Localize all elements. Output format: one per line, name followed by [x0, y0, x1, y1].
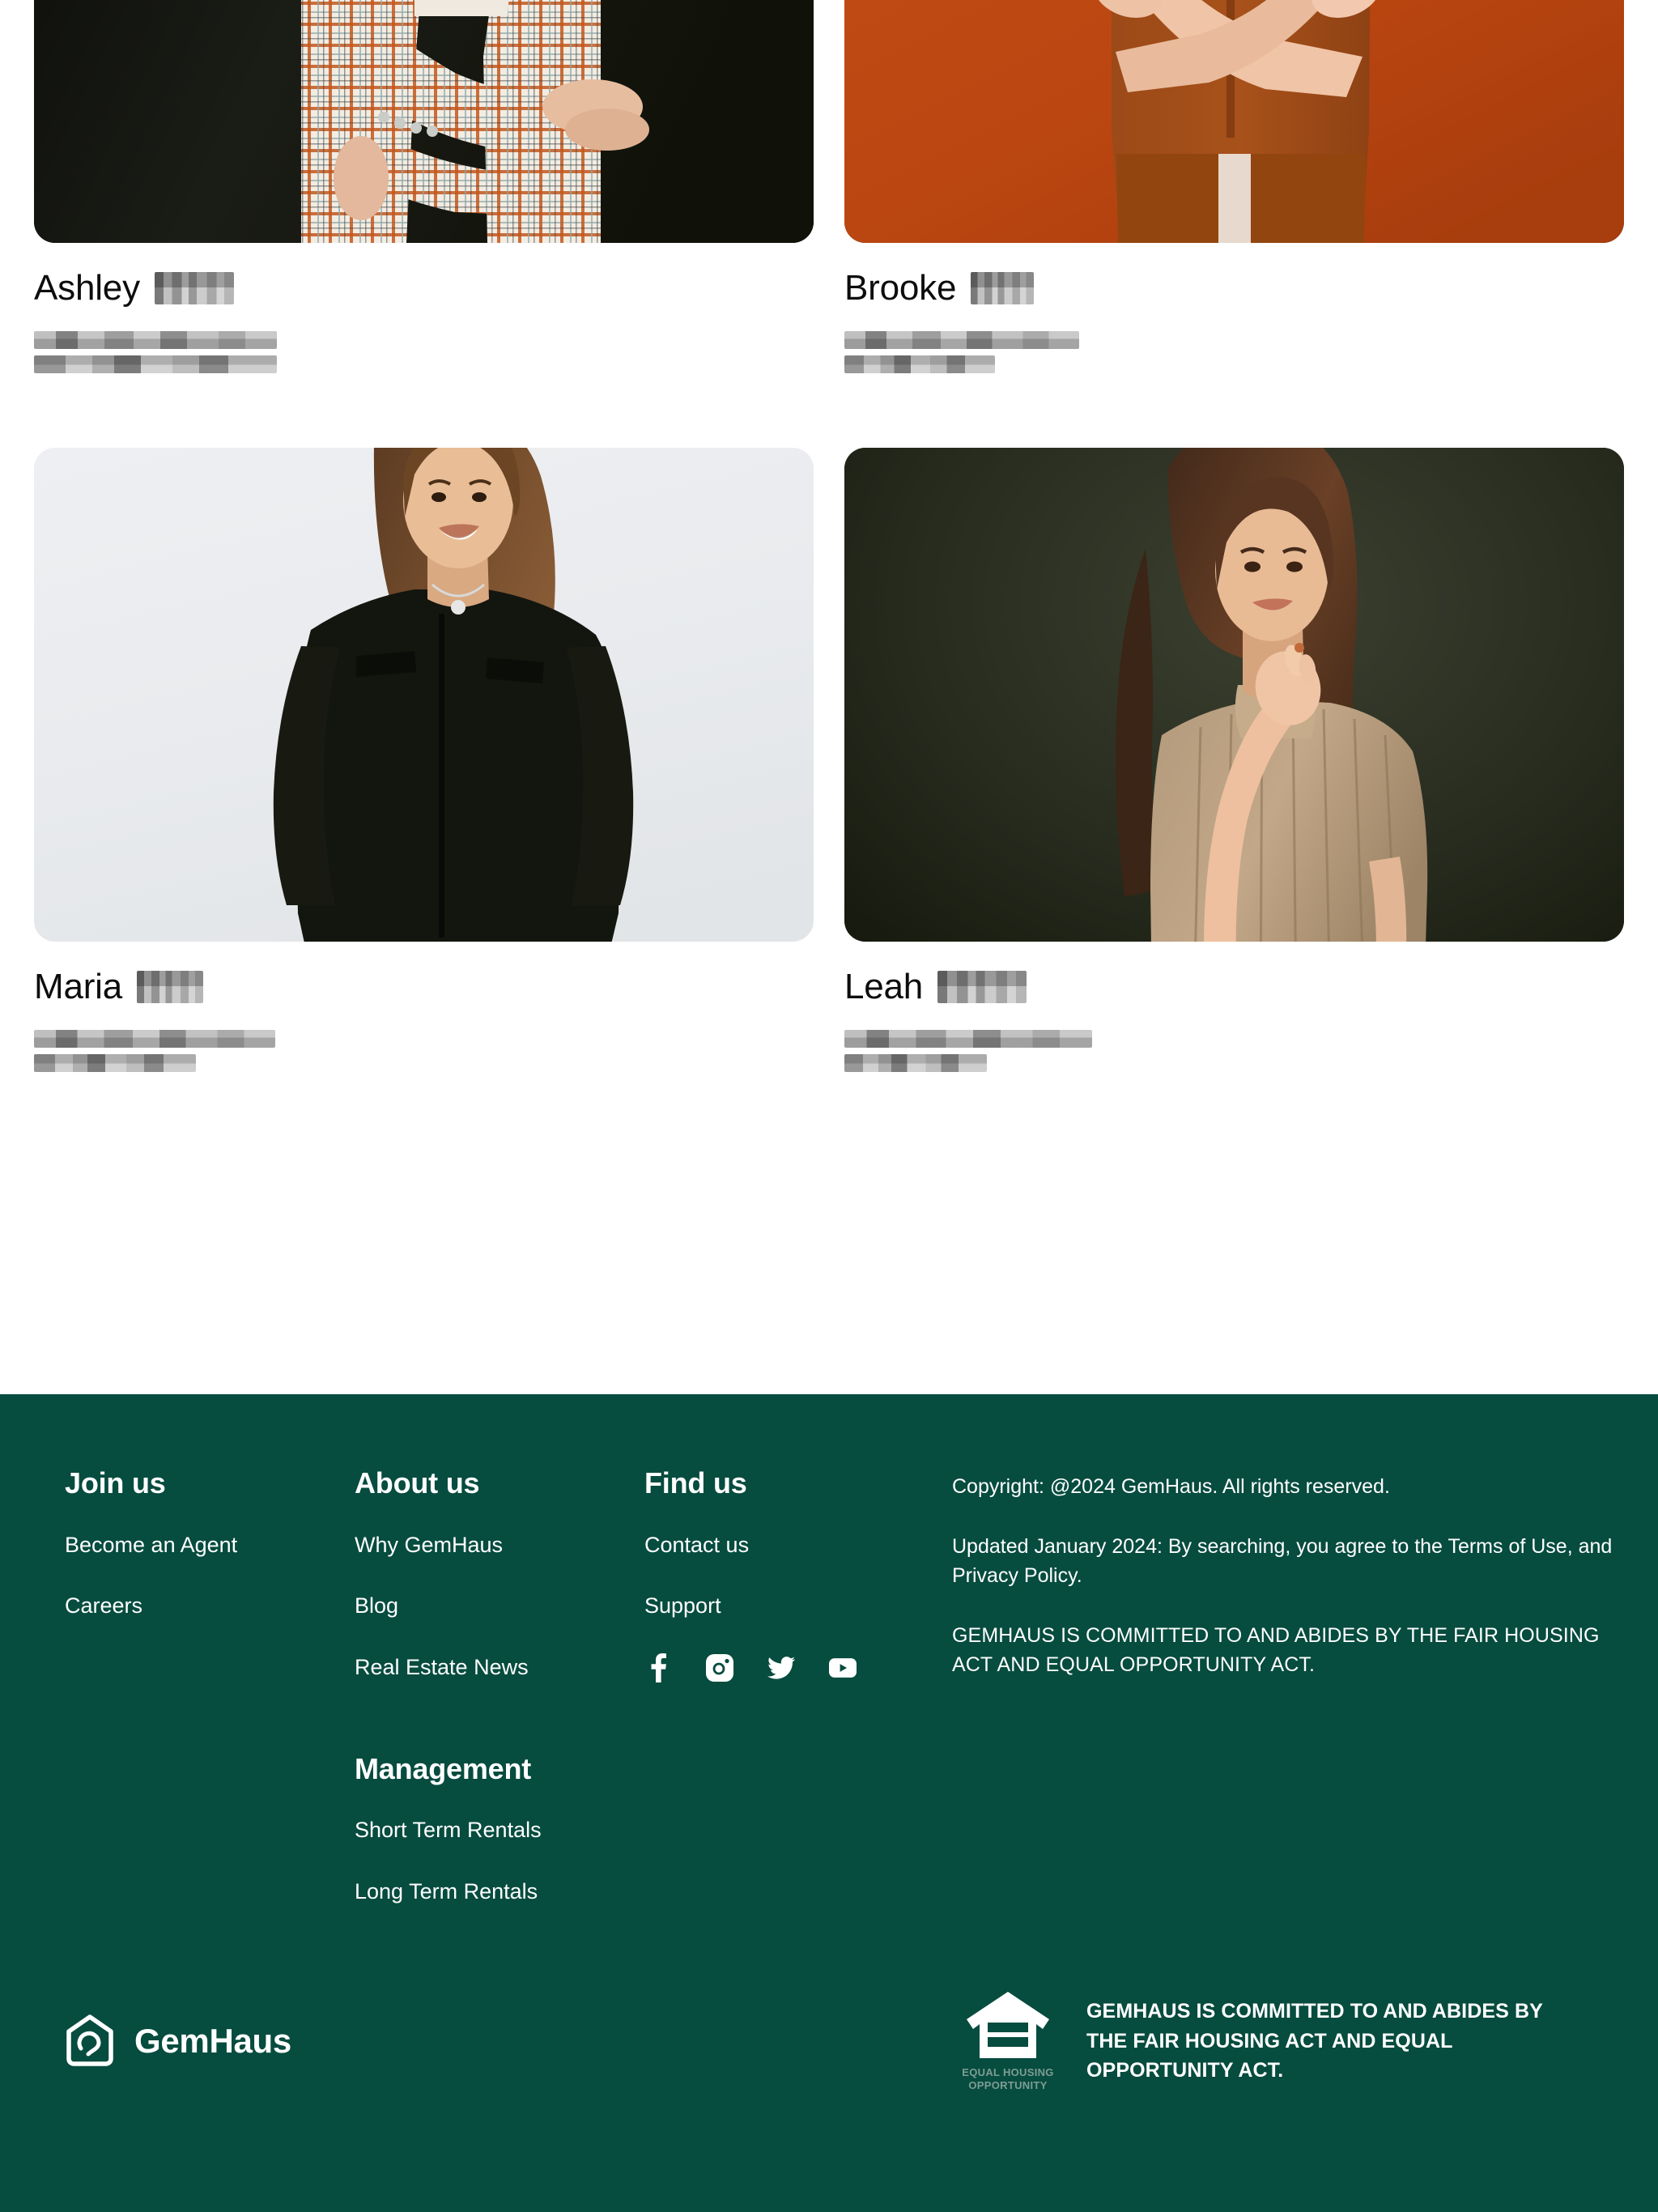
twitter-icon[interactable]	[767, 1654, 795, 1682]
youtube-icon[interactable]	[829, 1654, 857, 1682]
site-footer: Join us Become an Agent Careers About us…	[0, 1394, 1658, 2212]
footer-heading-join-us: Join us	[65, 1466, 166, 1499]
agent-first-name: Brooke	[844, 268, 957, 308]
agent-photo-brooke	[844, 0, 1624, 243]
footer-link-support[interactable]: Support	[644, 1593, 952, 1620]
equal-housing-statement: GEMHAUS IS COMMITTED TO AND ABIDES BY TH…	[1086, 2000, 1543, 2082]
agent-first-name: Ashley	[34, 268, 140, 308]
agent-photo-ashley	[34, 0, 814, 243]
agent-name-leah: Leah	[844, 968, 1624, 1006]
agent-name-ashley: Ashley	[34, 268, 814, 308]
footer-link-become-an-agent[interactable]: Become an Agent	[65, 1532, 355, 1559]
agent-name-brooke: Brooke	[844, 268, 1624, 308]
social-links	[644, 1653, 952, 1683]
footer-link-real-estate-news[interactable]: Real Estate News	[355, 1654, 644, 1682]
agent-details-leah	[844, 1030, 1624, 1073]
agent-details-ashley	[34, 331, 814, 374]
footer-link-careers[interactable]: Careers	[65, 1593, 355, 1620]
agent-last-name-redacted	[137, 971, 204, 1004]
agent-first-name: Leah	[844, 967, 924, 1007]
footer-updated-terms: Updated January 2024: By searching, you …	[952, 1535, 1613, 1587]
footer-heading-management: Management	[355, 1751, 532, 1785]
equal-housing-caption: EQUAL HOUSING OPPORTUNITY	[955, 2066, 1061, 2093]
gemhaus-brand[interactable]: GemHaus	[65, 2014, 955, 2068]
agent-detail-line	[34, 1054, 196, 1073]
footer-heading-find-us: Find us	[644, 1466, 747, 1499]
equal-housing-opportunity-icon: EQUAL HOUSING OPPORTUNITY	[955, 1990, 1061, 2093]
agent-last-name-redacted	[937, 971, 1027, 1004]
footer-column-find-us: Find us Contact us Support	[644, 1466, 952, 1683]
facebook-icon[interactable]	[644, 1653, 672, 1683]
agent-grid: Ashley Brooke Maria Leah	[34, 0, 1624, 1073]
footer-link-contact-us[interactable]: Contact us	[644, 1532, 952, 1559]
agent-name-maria: Maria	[34, 968, 814, 1006]
agent-detail-line	[844, 355, 995, 374]
footer-columns: Join us Become an Agent Careers About us…	[0, 1394, 1658, 1940]
agent-detail-line	[844, 1054, 987, 1073]
agent-detail-line	[844, 1030, 1092, 1049]
gemhaus-house-logo-icon	[65, 2014, 115, 2068]
agent-first-name: Maria	[34, 967, 123, 1007]
footer-column-about-us: About us Why GemHaus Blog Real Estate Ne…	[355, 1467, 644, 1940]
agent-card-maria[interactable]: Maria	[34, 448, 814, 1073]
equal-housing-block: EQUAL HOUSING OPPORTUNITY GEMHAUS IS COM…	[955, 1990, 1588, 2093]
agent-last-name-redacted	[154, 272, 234, 305]
agent-detail-line	[34, 331, 277, 350]
agent-photo-leah	[844, 448, 1624, 942]
agent-detail-line	[34, 355, 277, 374]
footer-copyright: Copyright: @2024 GemHaus. All rights res…	[952, 1475, 1390, 1498]
footer-legal: Copyright: @2024 GemHaus. All rights res…	[952, 1467, 1616, 1710]
agent-card-brooke[interactable]: Brooke	[844, 0, 1624, 374]
footer-fair-housing-statement: GEMHAUS IS COMMITTED TO AND ABIDES BY TH…	[952, 1624, 1600, 1676]
agent-last-name-redacted	[971, 272, 1035, 305]
agent-card-leah[interactable]: Leah	[844, 448, 1624, 1073]
footer-link-long-term-rentals[interactable]: Long Term Rentals	[355, 1878, 644, 1906]
agent-photo-maria	[34, 448, 814, 942]
footer-bottom-bar: GemHaus EQUAL HOUSING OPPORTUNITY GEMHAU…	[0, 1990, 1658, 2093]
footer-link-short-term-rentals[interactable]: Short Term Rentals	[355, 1817, 644, 1844]
instagram-icon[interactable]	[706, 1654, 733, 1682]
footer-column-join-us: Join us Become an Agent Careers	[65, 1467, 355, 1654]
agents-page: Ashley Brooke Maria Leah Join us Become …	[0, 0, 1658, 2212]
footer-heading-about-us: About us	[355, 1466, 480, 1499]
agent-details-brooke	[844, 331, 1624, 374]
equal-housing-caption-line2: OPPORTUNITY	[968, 2078, 1048, 2091]
agent-details-maria	[34, 1030, 814, 1073]
agent-detail-line	[844, 331, 1079, 350]
agent-detail-line	[34, 1030, 275, 1049]
footer-link-why-gemhaus[interactable]: Why GemHaus	[355, 1532, 644, 1559]
gemhaus-wordmark: GemHaus	[134, 2021, 291, 2060]
footer-link-blog[interactable]: Blog	[355, 1593, 644, 1620]
agent-card-ashley[interactable]: Ashley	[34, 0, 814, 374]
equal-housing-caption-line1: EQUAL HOUSING	[962, 2065, 1054, 2078]
